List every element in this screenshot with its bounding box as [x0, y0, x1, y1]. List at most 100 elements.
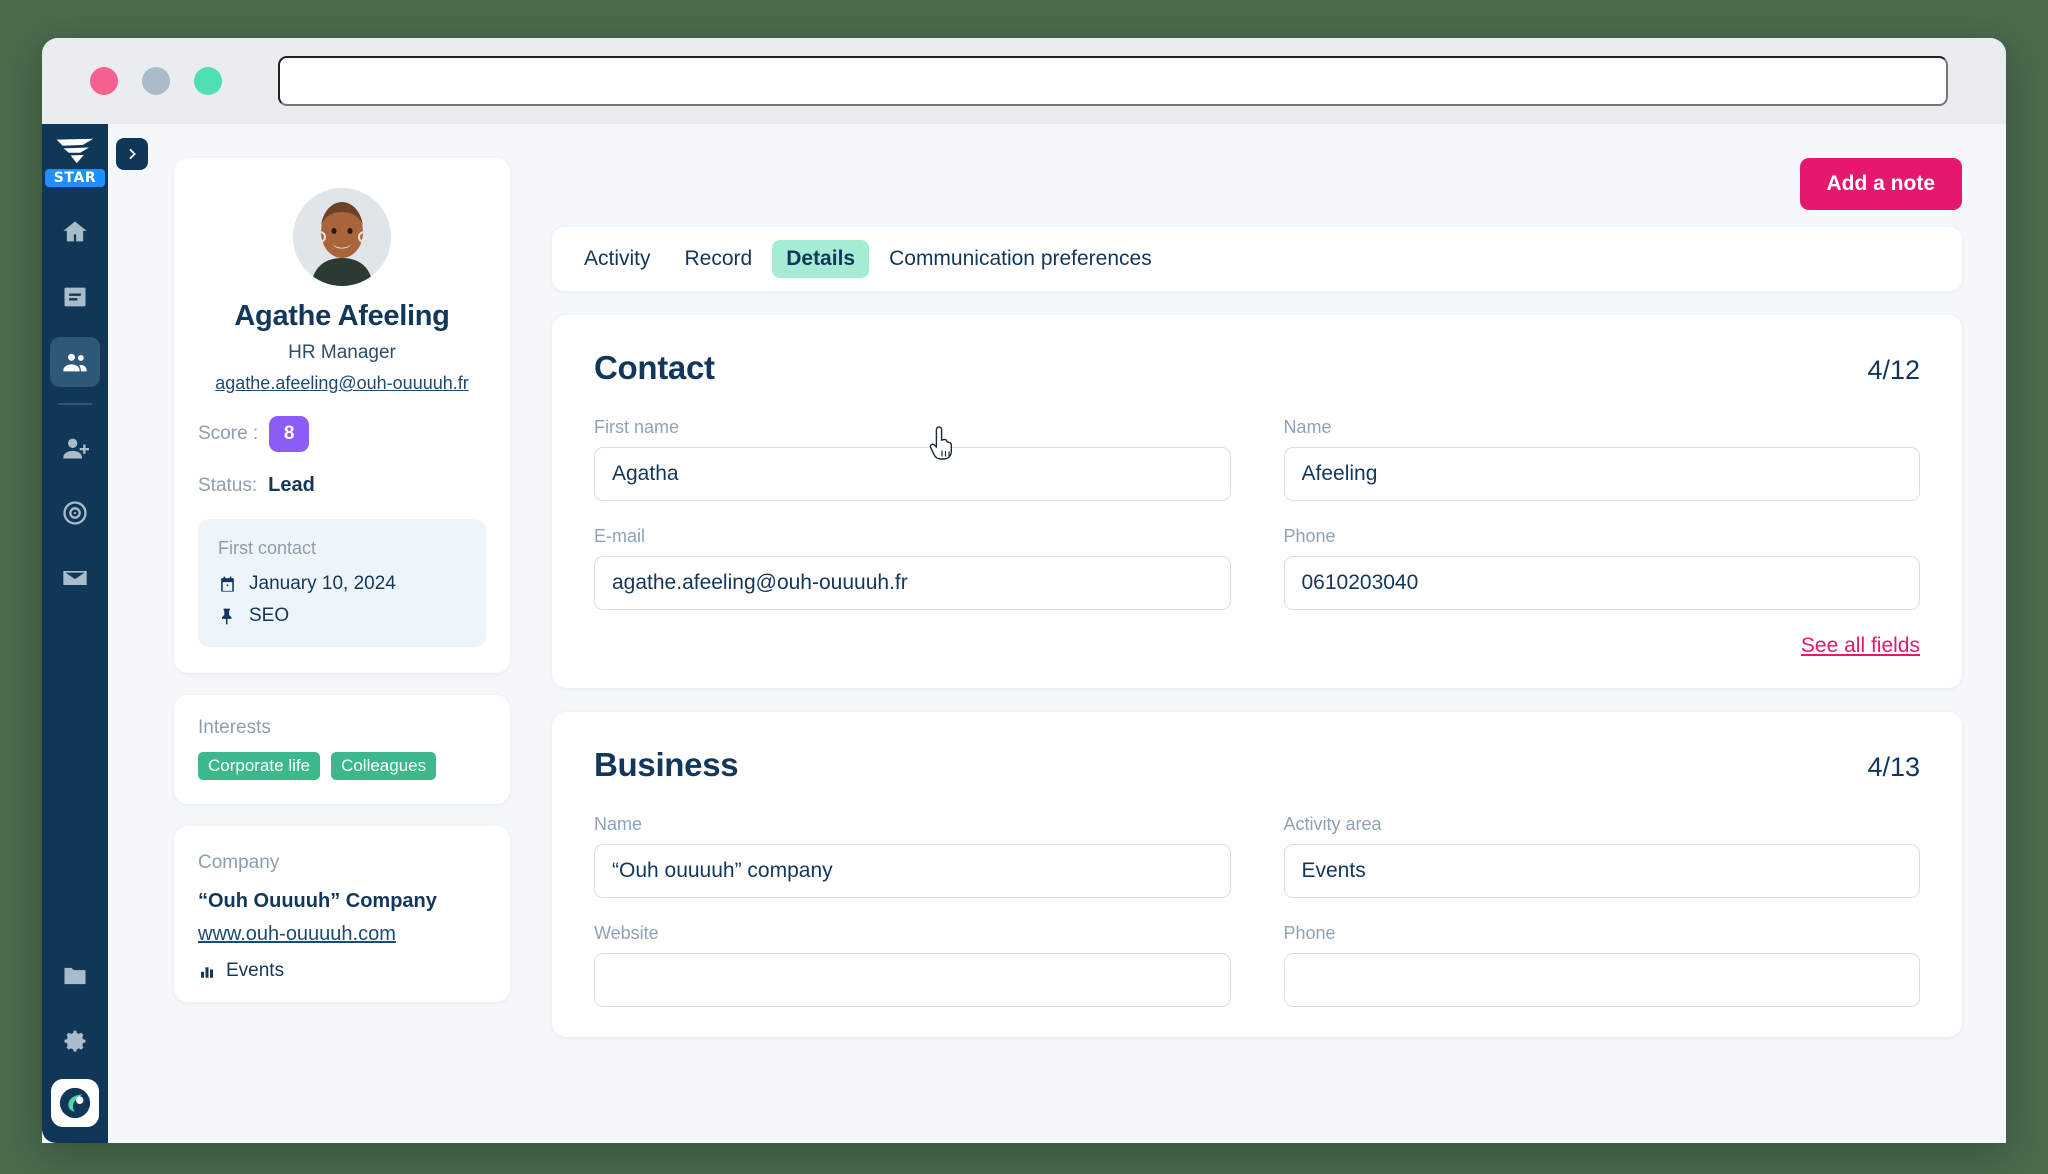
interests-tag-list: Corporate life Colleagues: [198, 752, 486, 780]
phone-input[interactable]: [1283, 556, 1920, 610]
tab-details[interactable]: Details: [772, 240, 870, 278]
see-all-fields-link[interactable]: See all fields: [1801, 634, 1920, 658]
target-icon: [63, 501, 87, 525]
address-bar[interactable]: [278, 56, 1948, 106]
sidebar-collapse-toggle[interactable]: [116, 138, 148, 170]
page-title: Agathe Afeeling: [234, 300, 450, 332]
field-first-name: First name: [594, 417, 1231, 501]
sidebar-item-files[interactable]: [50, 951, 100, 1001]
sidebar-item-contacts[interactable]: [50, 337, 100, 387]
sidebar-item-add-contact[interactable]: [50, 423, 100, 473]
sidebar-item-account[interactable]: [51, 1079, 99, 1127]
website-input[interactable]: [594, 953, 1231, 1007]
status-row: Status: Lead: [198, 474, 486, 497]
company-card: Company “Ouh Ouuuuh” Company www.ouh-ouu…: [174, 826, 510, 1002]
field-label: Website: [594, 923, 659, 943]
profile-role: HR Manager: [288, 342, 396, 363]
business-field-count: 4/13: [1867, 752, 1920, 782]
tornado-logo-icon: [56, 138, 94, 164]
browser-window: STAR Agathe Afeeling HR Manager agathe.a…: [42, 38, 2006, 1143]
tab-record[interactable]: Record: [671, 240, 767, 278]
company-website-link[interactable]: www.ouh-ouuuuh.com: [198, 923, 396, 946]
pin-icon: [221, 608, 232, 624]
sidebar-item-messages[interactable]: [50, 553, 100, 603]
sidebar-item-settings[interactable]: [50, 1015, 100, 1065]
brand-logo[interactable]: STAR: [44, 136, 106, 187]
field-phone: Phone: [1283, 526, 1920, 610]
business-field-grid: Name Activity area Website Phone: [594, 814, 1920, 1007]
field-business-phone: Phone: [1283, 923, 1920, 1007]
first-contact-box: First contact January 10, 2024 SEO: [198, 519, 486, 647]
business-section: Business 4/13 Name Activity area: [552, 712, 1962, 1037]
folder-icon: [64, 967, 86, 985]
tab-communication-preferences[interactable]: Communication preferences: [875, 240, 1166, 278]
content-toolbar: Add a note: [552, 158, 1962, 210]
business-section-title: Business: [594, 746, 739, 783]
window-controls: [90, 67, 222, 95]
interest-tag[interactable]: Colleagues: [331, 752, 437, 780]
first-name-input[interactable]: [594, 447, 1231, 501]
field-label: Phone: [1283, 526, 1336, 546]
avatar: [293, 188, 391, 286]
maximize-window-button[interactable]: [194, 67, 222, 95]
tab-activity[interactable]: Activity: [570, 240, 665, 278]
sidebar-item-library[interactable]: [50, 272, 100, 322]
field-website: Website: [594, 923, 1231, 1007]
app-viewport: STAR Agathe Afeeling HR Manager agathe.a…: [42, 124, 2006, 1143]
company-title: Company: [198, 852, 280, 873]
company-name: “Ouh Ouuuuh” Company: [198, 890, 437, 912]
field-activity-area: Activity area: [1283, 814, 1920, 898]
contact-section: Contact 4/12 First name Name: [552, 315, 1962, 688]
profile-photo-icon: [293, 188, 391, 286]
field-label: Name: [1283, 417, 1332, 437]
close-window-button[interactable]: [90, 67, 118, 95]
details-column: Add a note Activity Record Details Commu…: [552, 158, 1962, 1143]
field-name: Name: [1283, 417, 1920, 501]
interests-title: Interests: [198, 717, 271, 738]
chevron-right-icon: [129, 148, 136, 160]
chart-icon: [201, 967, 213, 978]
user-avatar-icon: [59, 1087, 91, 1119]
sidebar-item-home[interactable]: [50, 207, 100, 257]
first-contact-date-row: January 10, 2024: [218, 573, 466, 595]
score-row: Score : 8: [198, 416, 486, 452]
book-icon: [64, 287, 86, 307]
calendar-icon: [221, 576, 234, 592]
minimize-window-button[interactable]: [142, 67, 170, 95]
field-label: Name: [594, 814, 643, 834]
field-label: First name: [594, 417, 680, 437]
people-icon: [63, 353, 87, 372]
business-name-input[interactable]: [594, 844, 1231, 898]
score-badge: 8: [269, 416, 310, 452]
first-contact-date: January 10, 2024: [249, 573, 396, 594]
browser-titlebar: [42, 38, 2006, 124]
interests-card: Interests Corporate life Colleagues: [174, 695, 510, 804]
envelope-icon: [63, 571, 87, 585]
see-all-fields-wrap: See all fields: [594, 634, 1920, 658]
add-note-button[interactable]: Add a note: [1799, 158, 1962, 210]
field-email: E-mail: [594, 526, 1231, 610]
home-icon: [63, 221, 87, 242]
contact-field-count: 4/12: [1867, 355, 1920, 385]
profile-email-link[interactable]: agathe.afeeling@ouh-ouuuuh.fr: [198, 373, 486, 394]
field-label: Activity area: [1283, 814, 1382, 834]
name-input[interactable]: [1283, 447, 1920, 501]
profile-card: Agathe Afeeling HR Manager agathe.afeeli…: [174, 158, 510, 673]
sidebar-nav: [50, 207, 100, 618]
contact-field-grid: First name Name E-mail Phone: [594, 417, 1920, 610]
business-section-header: Business 4/13: [594, 746, 1920, 784]
company-activity-row: Events: [198, 960, 486, 982]
sidebar-item-campaigns[interactable]: [50, 488, 100, 538]
interest-tag[interactable]: Corporate life: [198, 752, 321, 780]
add-person-icon: [63, 438, 89, 459]
field-label: E-mail: [594, 526, 646, 546]
business-phone-input[interactable]: [1283, 953, 1920, 1007]
profile-column: Agathe Afeeling HR Manager agathe.afeeli…: [174, 158, 510, 1143]
first-contact-title: First contact: [218, 538, 317, 558]
contact-section-header: Contact 4/12: [594, 349, 1920, 387]
email-input[interactable]: [594, 556, 1231, 610]
sidebar-bottom-nav: [50, 951, 100, 1127]
activity-area-input[interactable]: [1283, 844, 1920, 898]
status-badge: Lead: [268, 474, 315, 496]
app-sidebar: STAR: [42, 124, 108, 1143]
